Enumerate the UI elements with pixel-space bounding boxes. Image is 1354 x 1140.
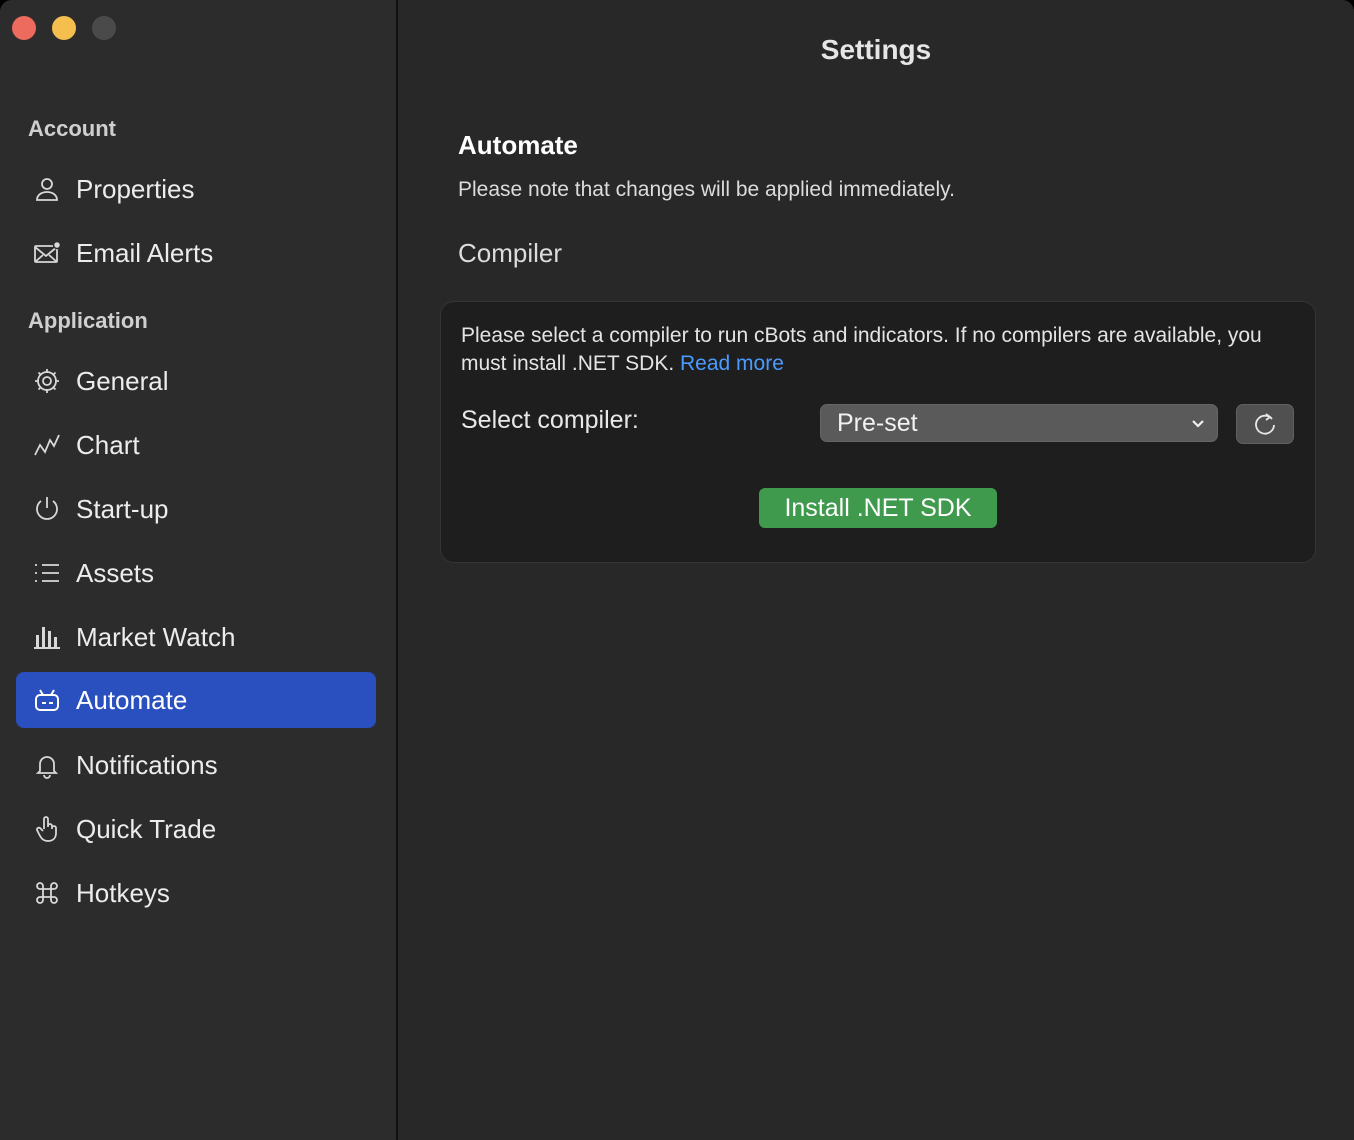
sidebar-item-assets[interactable]: Assets <box>16 545 376 601</box>
compiler-select-value: Pre-set <box>837 409 918 437</box>
bar-chart-icon <box>32 623 62 651</box>
sidebar-item-email-alerts[interactable]: Email Alerts <box>16 225 376 281</box>
sidebar-item-quick-trade[interactable]: Quick Trade <box>16 801 376 857</box>
chart-line-icon <box>32 431 62 459</box>
sidebar-item-label: General <box>76 366 169 396</box>
sidebar-item-label: Notifications <box>76 750 218 780</box>
compiler-card: Please select a compiler to run cBots an… <box>440 301 1316 563</box>
sidebar-item-startup[interactable]: Start-up <box>16 481 376 537</box>
chevron-down-icon <box>1192 420 1204 428</box>
main-panel: Settings Automate Please note that chang… <box>398 0 1354 1140</box>
close-window-button[interactable] <box>12 16 36 40</box>
sidebar-section-application: Application <box>28 308 148 333</box>
compiler-select[interactable]: Pre-set <box>820 404 1218 442</box>
compiler-description: Please select a compiler to run cBots an… <box>461 322 1291 378</box>
sidebar-item-notifications[interactable]: Notifications <box>16 737 376 793</box>
sidebar-item-label: Email Alerts <box>76 238 214 268</box>
envelope-icon <box>32 239 62 267</box>
sidebar-item-label: Hotkeys <box>76 878 170 908</box>
settings-window: Account Properties Email Alerts Applicat… <box>0 0 1354 1140</box>
person-icon <box>32 175 62 203</box>
sidebar-item-label: Chart <box>76 430 140 460</box>
install-net-sdk-button[interactable]: Install .NET SDK <box>759 488 997 528</box>
gear-icon <box>32 367 62 395</box>
sidebar-item-automate[interactable]: Automate <box>16 672 376 728</box>
hand-pointer-icon <box>32 815 62 843</box>
select-compiler-label: Select compiler: <box>461 406 639 434</box>
command-icon <box>32 879 62 907</box>
bell-icon <box>32 751 62 779</box>
compiler-subtitle: Compiler <box>458 238 563 268</box>
sidebar-item-label: Quick Trade <box>76 814 217 844</box>
sidebar-item-chart[interactable]: Chart <box>16 417 376 473</box>
sidebar-item-hotkeys[interactable]: Hotkeys <box>16 865 376 921</box>
sidebar-item-properties[interactable]: Properties <box>16 161 376 217</box>
sidebar: Account Properties Email Alerts Applicat… <box>0 0 398 1140</box>
sidebar-section-account: Account <box>28 116 116 141</box>
maximize-window-button[interactable] <box>92 16 116 40</box>
sidebar-item-label: Assets <box>76 558 155 588</box>
sidebar-item-label: Automate <box>76 685 188 715</box>
refresh-button[interactable] <box>1236 404 1294 444</box>
sidebar-item-label: Properties <box>76 174 195 204</box>
read-more-link[interactable]: Read more <box>680 352 784 375</box>
section-title: Automate <box>458 130 578 160</box>
apply-note: Please note that changes will be applied… <box>458 178 955 201</box>
sidebar-item-general[interactable]: General <box>16 353 376 409</box>
power-icon <box>32 495 62 523</box>
sidebar-item-label: Market Watch <box>76 622 236 652</box>
minimize-window-button[interactable] <box>52 16 76 40</box>
sidebar-item-market-watch[interactable]: Market Watch <box>16 609 376 665</box>
compiler-description-text: Please select a compiler to run cBots an… <box>461 324 1262 375</box>
refresh-icon <box>1255 413 1275 435</box>
robot-icon <box>32 686 62 714</box>
list-icon <box>32 559 62 587</box>
sidebar-item-label: Start-up <box>76 494 169 524</box>
page-title: Settings <box>820 34 932 65</box>
